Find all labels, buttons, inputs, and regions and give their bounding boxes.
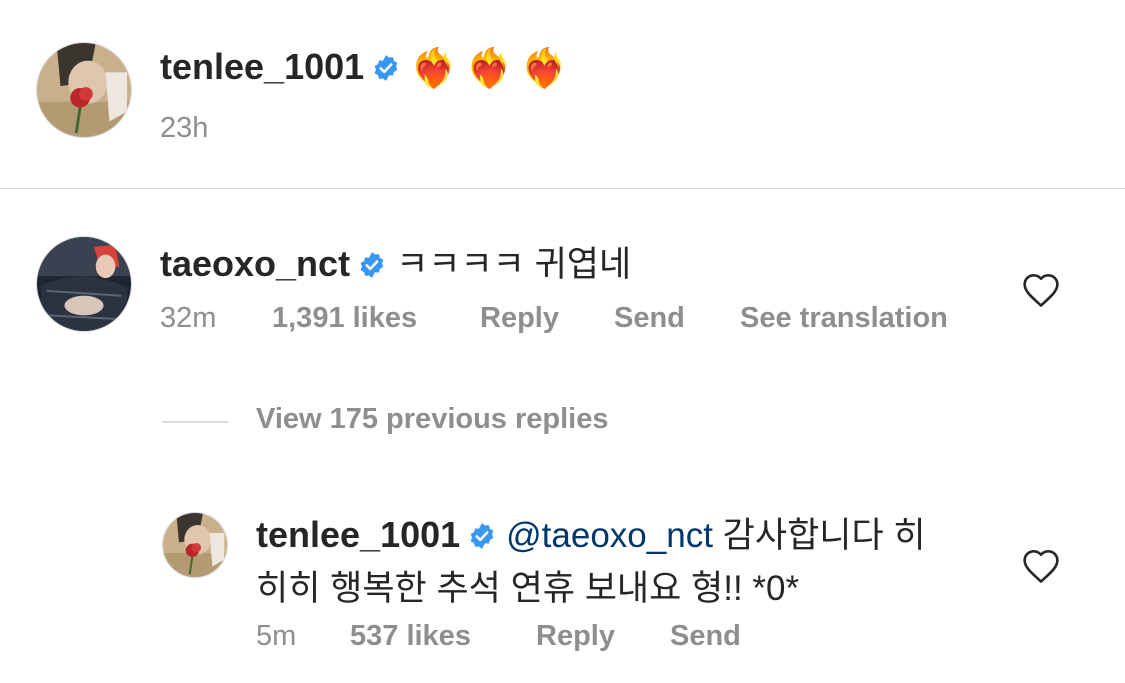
comment-see-translation-button[interactable]: See translation — [740, 302, 948, 335]
post-timestamp: 23h — [160, 112, 209, 144]
header-divider — [0, 188, 1125, 189]
comment-likes-count[interactable]: 1,391 likes — [272, 302, 417, 335]
post-caption-emoji: ❤️‍🔥❤️‍🔥❤️‍🔥 — [410, 48, 577, 90]
reply-body: tenlee_1001 @taeoxo_nct 감사합니다 히 히히 행복한 추… — [256, 512, 996, 619]
avatar-image — [37, 43, 131, 137]
comment-send-button[interactable]: Send — [614, 302, 685, 335]
comment-text: ㅋㅋㅋㅋ 귀엽네 — [396, 245, 632, 284]
avatar-image — [37, 237, 131, 331]
reply-author-username[interactable]: tenlee_1001 — [256, 514, 460, 555]
reply-author-avatar[interactable] — [162, 512, 228, 578]
avatar-image — [163, 513, 227, 577]
reply-line-2: 히히 행복한 추석 연휴 보내요 형!! *0* — [256, 566, 996, 619]
comment-author-username[interactable]: taeoxo_nct — [160, 243, 350, 284]
reply-timestamp: 5m — [256, 620, 297, 652]
verified-badge-icon — [374, 55, 398, 81]
comment-body: taeoxo_nct ㅋㅋㅋㅋ 귀엽네 — [160, 236, 631, 287]
comment-timestamp: 32m — [160, 302, 217, 334]
reply-reply-button[interactable]: Reply — [536, 620, 615, 653]
comment-author-avatar[interactable] — [36, 236, 132, 332]
reply-mention-link[interactable]: @taeoxo_nct — [506, 516, 713, 555]
heart-outline-icon[interactable] — [1021, 272, 1061, 308]
post-caption: tenlee_1001 ❤️‍🔥❤️‍🔥❤️‍🔥 — [160, 46, 576, 91]
replies-divider-line — [162, 421, 228, 423]
heart-outline-icon[interactable] — [1021, 548, 1061, 584]
post-author-username[interactable]: tenlee_1001 — [160, 46, 364, 87]
reply-likes-count[interactable]: 537 likes — [350, 620, 471, 653]
reply-text-line-2: 히히 행복한 추석 연휴 보내요 형!! *0* — [256, 569, 800, 608]
reply-line-1: tenlee_1001 @taeoxo_nct 감사합니다 히 — [256, 512, 996, 566]
view-previous-replies-button[interactable]: View 175 previous replies — [256, 403, 609, 436]
post-author-avatar[interactable] — [36, 42, 132, 138]
reply-send-button[interactable]: Send — [670, 620, 741, 653]
reply-text-line-1: 감사합니다 히 — [722, 516, 926, 555]
comment-reply-button[interactable]: Reply — [480, 302, 559, 335]
verified-badge-icon — [470, 523, 494, 549]
verified-badge-icon — [360, 252, 384, 278]
